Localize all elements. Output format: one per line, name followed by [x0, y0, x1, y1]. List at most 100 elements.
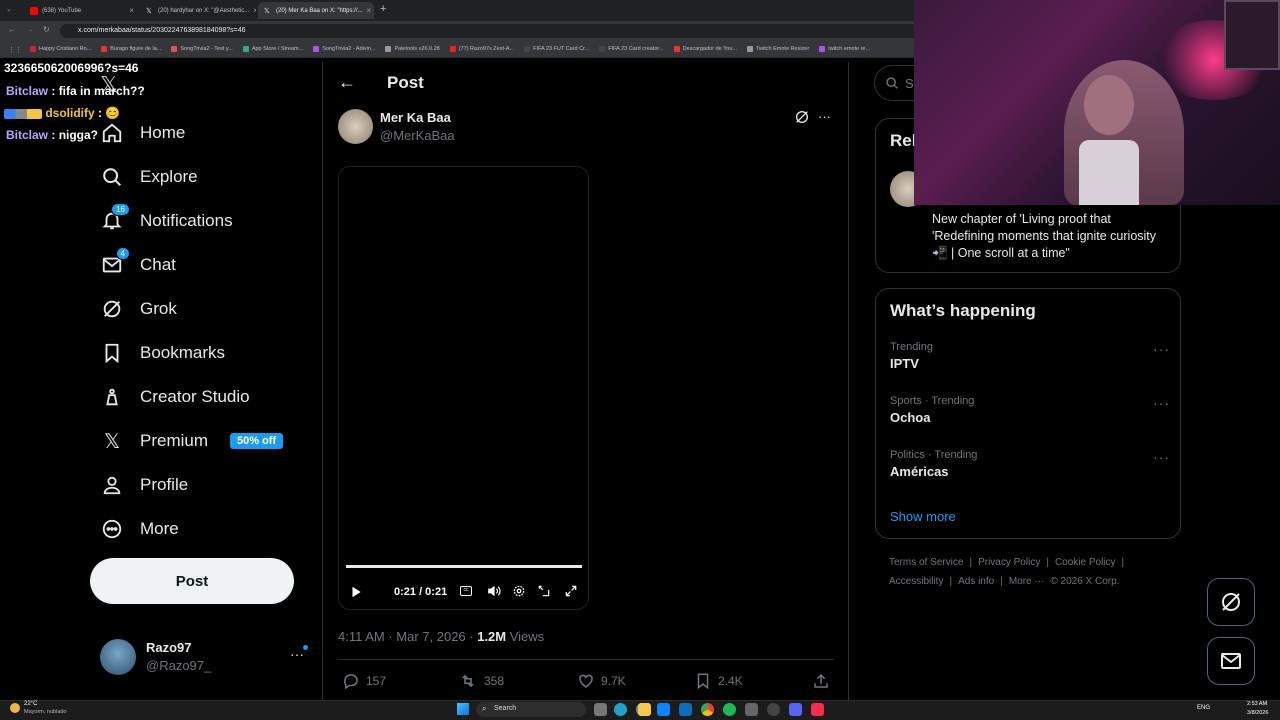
trend-item[interactable]: Politics · Trending Américas ···: [890, 449, 1170, 479]
card-title: What’s happening: [890, 301, 1036, 320]
mail-app-icon[interactable]: [679, 703, 692, 716]
tab-list-icon[interactable]: ⌄: [6, 5, 16, 15]
play-icon[interactable]: [349, 585, 363, 604]
show-more-link[interactable]: Show more: [890, 509, 956, 524]
edge-icon[interactable]: [614, 703, 627, 716]
author-name[interactable]: Mer Ka Baa: [380, 110, 451, 125]
sidebar-item-creator-studio[interactable]: Creator Studio: [100, 379, 250, 415]
apps-icon[interactable]: ⋮⋮: [8, 46, 22, 54]
repost-button[interactable]: 358: [458, 672, 504, 690]
store-icon[interactable]: [657, 703, 670, 716]
obs-icon[interactable]: [767, 703, 780, 716]
tab-hardyhar[interactable]: 𝕏 (20) hardyhar on X: "@Aesthetic... ×: [140, 2, 256, 19]
url-field[interactable]: x.com/merkabaa/status/203022476389818409…: [60, 24, 920, 38]
tab-youtube[interactable]: (638) YouTube ×: [24, 2, 140, 19]
account-switcher[interactable]: Razo97 @Razo97_ ···: [100, 638, 310, 678]
back-arrow-icon[interactable]: ←: [338, 72, 356, 93]
weather-icon[interactable]: [10, 703, 20, 713]
tab-merkabaa[interactable]: 𝕏 (20) Mer Ka Baa on X: "https://... ×: [258, 2, 374, 19]
sidebar-item-bookmarks[interactable]: Bookmarks: [100, 335, 225, 371]
messages-floating-button[interactable]: [1207, 637, 1255, 685]
webcam-shirt: [1079, 140, 1139, 205]
footer-link[interactable]: Accessibility: [889, 576, 943, 587]
footer-link[interactable]: Terms of Service: [889, 557, 963, 568]
forward-icon[interactable]: →: [26, 25, 34, 34]
sidebar-item-chat[interactable]: 4 Chat: [100, 247, 176, 283]
bookmark-button[interactable]: 2.4K: [694, 672, 743, 690]
footer-link[interactable]: Ads info: [958, 576, 994, 587]
bookmark[interactable]: Twitch Emote Resizer: [747, 46, 809, 52]
new-tab-button[interactable]: +: [380, 3, 386, 15]
back-icon[interactable]: ←: [8, 25, 16, 34]
video-progress-track[interactable]: [346, 565, 582, 568]
more-icon[interactable]: ···: [1153, 449, 1170, 465]
sidebar-item-grok[interactable]: Grok: [100, 291, 177, 327]
more-icon[interactable]: ···: [818, 109, 831, 124]
fullscreen-icon[interactable]: [564, 584, 578, 603]
bookmark-icon: [697, 673, 709, 690]
sidebar-item-label: Creator Studio: [140, 387, 250, 406]
captions-icon[interactable]: cc: [460, 586, 472, 596]
discord-icon[interactable]: [789, 703, 802, 716]
post-timestamp[interactable]: 4:11 AM · Mar 7, 2026 ·: [338, 629, 477, 644]
trend-item[interactable]: Sports · Trending Ochoa ···: [890, 395, 1170, 425]
sidebar-item-notifications[interactable]: 16 Notifications: [100, 203, 233, 239]
sidebar-item-home[interactable]: Home: [100, 115, 185, 151]
grok-floating-button[interactable]: [1207, 578, 1255, 626]
like-button[interactable]: 9.7K: [577, 672, 626, 690]
clock-date[interactable]: 3/8/2026: [1247, 710, 1268, 716]
footer-link[interactable]: Privacy Policy: [978, 557, 1040, 568]
pip-icon[interactable]: [537, 584, 551, 603]
clock-time[interactable]: 2:53 AM: [1247, 701, 1267, 707]
reload-icon[interactable]: ↻: [43, 25, 50, 34]
file-explorer-icon[interactable]: [638, 703, 651, 716]
more-icon[interactable]: ···: [1153, 341, 1170, 357]
close-tab-icon[interactable]: ×: [367, 6, 372, 15]
close-tab-icon[interactable]: ×: [129, 6, 134, 15]
x-logo-icon[interactable]: 𝕏: [100, 72, 118, 98]
photos-icon[interactable]: [745, 703, 758, 716]
author-handle[interactable]: @MerKaBaa: [380, 128, 455, 143]
footer-link[interactable]: Cookie Policy: [1055, 557, 1116, 568]
volume-icon[interactable]: [486, 584, 502, 603]
close-tab-icon[interactable]: ×: [253, 6, 256, 15]
x-logo-icon: 𝕏: [146, 7, 152, 15]
bookmark[interactable]: SongTrivia2 - Test y...: [171, 46, 233, 52]
share-icon[interactable]: [812, 672, 830, 695]
music-icon[interactable]: [811, 703, 824, 716]
bookmark[interactable]: FIFA 23 Card creator...: [599, 46, 664, 52]
bookmark[interactable]: (77) Razo97s Zest-A...: [449, 46, 514, 52]
start-button[interactable]: [457, 703, 469, 715]
trend-item[interactable]: Trending IPTV ···: [890, 341, 1170, 371]
more-icon[interactable]: ···: [1153, 395, 1170, 411]
bookmark[interactable]: FIFA 23 FUT Card Cr...: [524, 46, 589, 52]
post-button[interactable]: Post: [90, 558, 294, 604]
bookmark[interactable]: Happy Cristiano Ro...: [30, 46, 91, 52]
bookmark[interactable]: Descargador de You...: [673, 46, 737, 52]
bookmark[interactable]: Paletools v26.0.28: [385, 46, 440, 52]
footer-link[interactable]: More ···: [1009, 576, 1045, 587]
reply-button[interactable]: 157: [342, 672, 386, 690]
spotify-icon[interactable]: [723, 703, 736, 716]
grok-icon[interactable]: [794, 109, 810, 130]
trend-meta: Politics · Trending: [890, 449, 978, 461]
video-player[interactable]: 0:21 / 0:21 cc: [338, 166, 589, 610]
bookmark[interactable]: twitch emote re...: [819, 46, 870, 52]
sidebar-item-premium[interactable]: 𝕏 Premium 50% off: [100, 423, 284, 459]
settings-icon[interactable]: [512, 584, 526, 603]
taskbar-search[interactable]: ⌕ Search: [476, 702, 586, 717]
language-indicator[interactable]: ENG: [1197, 705, 1210, 711]
task-view-icon[interactable]: [594, 703, 607, 716]
author-avatar[interactable]: [338, 109, 373, 144]
sidebar-item-more[interactable]: More: [100, 511, 179, 547]
sidebar-item-profile[interactable]: Profile: [100, 467, 188, 503]
sidebar-item-label: Bookmarks: [140, 343, 226, 362]
bookmark[interactable]: SongTrivia2 - Adivin...: [313, 46, 375, 52]
sidebar-item-explore[interactable]: Explore: [100, 159, 198, 195]
bookmark[interactable]: App Store / Stream...: [242, 46, 303, 52]
like-count: 9.7K: [601, 674, 626, 688]
sidebar-item-label: More: [140, 519, 179, 538]
chrome-icon[interactable]: [701, 703, 714, 716]
bookmark[interactable]: Burago figure de la...: [101, 46, 161, 52]
post-meta: 4:11 AM · Mar 7, 2026 · 1.2M Views: [338, 629, 544, 644]
